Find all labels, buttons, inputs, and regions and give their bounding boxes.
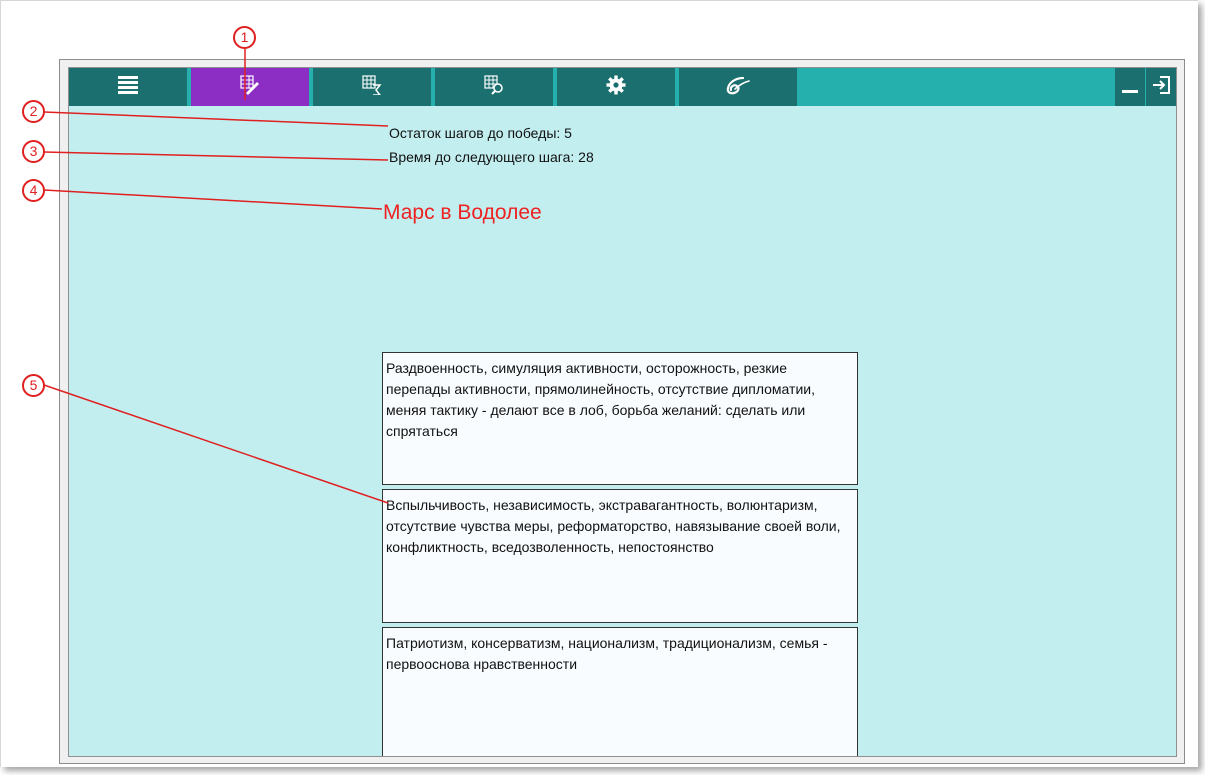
app-content: Остаток шагов до победы: 5 Время до след…: [68, 67, 1177, 757]
callout-4: 4: [22, 179, 45, 202]
callout-3: 3: [22, 140, 45, 163]
toolbar: [69, 68, 1176, 106]
tab-menu[interactable]: [69, 68, 189, 106]
logo-6-icon: [723, 75, 753, 100]
minimize-icon: [1121, 76, 1139, 99]
minimize-button[interactable]: [1115, 68, 1145, 106]
table-edit-icon: [240, 74, 260, 100]
tab-table-sum[interactable]: [313, 68, 433, 106]
time-to-next-label: Время до следующего шага: 28: [389, 149, 594, 165]
tab-table-search[interactable]: [435, 68, 555, 106]
callout-1: 1: [233, 26, 256, 49]
callout-5: 5: [22, 374, 45, 397]
description-box-1: Раздвоенность, симуляция активности, ост…: [382, 352, 858, 485]
exit-button[interactable]: [1146, 68, 1176, 106]
steps-left-label: Остаток шагов до победы: 5: [389, 125, 572, 141]
tab-transit-edit[interactable]: [191, 68, 311, 106]
gear-icon: [606, 75, 626, 100]
tab-logo[interactable]: [679, 68, 799, 106]
exit-icon: [1151, 75, 1171, 100]
tab-settings[interactable]: [557, 68, 677, 106]
table-sum-icon: [362, 74, 382, 100]
description-box-2: Вспыльчивость, независимость, экстравага…: [382, 489, 858, 623]
table-search-icon: [484, 74, 504, 100]
app-window: Остаток шагов до победы: 5 Время до след…: [59, 59, 1185, 764]
description-box-3: Патриотизм, консерватизм, национализм, т…: [382, 627, 858, 756]
list-icon: [118, 75, 138, 99]
callout-2: 2: [22, 100, 45, 123]
planet-title: Марс в Водолее: [383, 201, 542, 224]
